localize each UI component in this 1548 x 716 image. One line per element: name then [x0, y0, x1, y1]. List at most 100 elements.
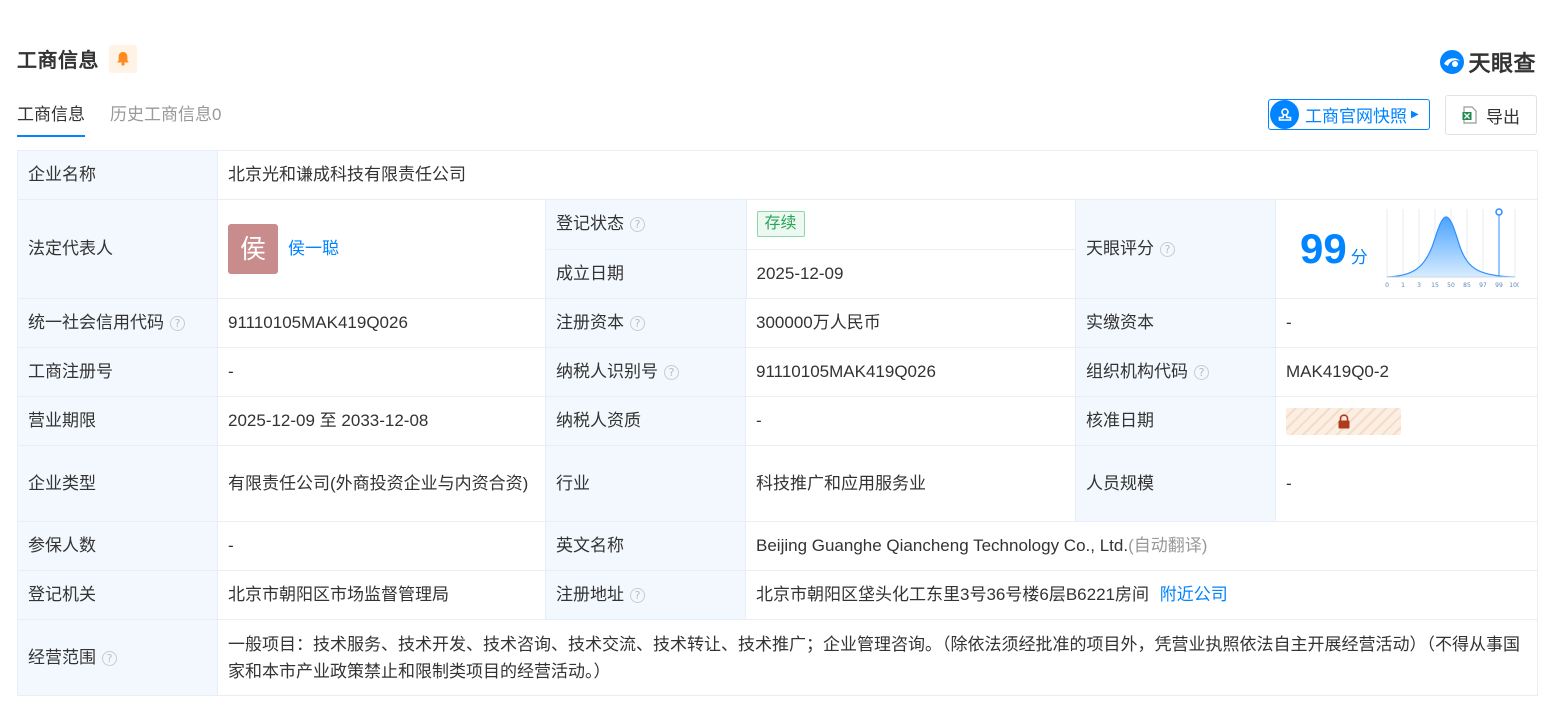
table-row: 企业类型 有限责任公司(外商投资企业与内资合资) 行业 科技推广和应用服务业 人… — [17, 445, 1539, 522]
tianyancha-logo: 天眼查 — [1439, 46, 1536, 78]
chart-tick-label: 100 — [1509, 282, 1519, 289]
chart-tick-label: 50 — [1447, 282, 1455, 289]
lock-icon — [1338, 413, 1349, 428]
reg-capital-value: 300000万人民币 — [745, 298, 1076, 348]
org-code-label-cell: 组织机构代码? — [1075, 347, 1276, 397]
export-button[interactable]: 导出 — [1445, 95, 1537, 135]
reg-number-value: - — [217, 347, 546, 397]
legal-rep-name-link[interactable]: 侯一聪 — [288, 237, 339, 261]
authority-value: 北京市朝阳区市场监督管理局 — [217, 570, 546, 620]
table-row: 营业期限 2025-12-09 至 2033-12-08 纳税人资质 - 核准日… — [17, 396, 1539, 446]
score-unit: 分 — [1350, 248, 1368, 267]
term-value: 2025-12-09 至 2033-12-08 — [217, 396, 546, 446]
help-icon[interactable]: ? — [630, 588, 645, 603]
approval-date-label: 核准日期 — [1075, 396, 1276, 446]
score-distribution-chart: 0 1 3 15 50 85 97 99 100 — [1385, 208, 1519, 289]
org-code-label: 组织机构代码 — [1086, 362, 1188, 381]
paid-capital-label: 实缴资本 — [1075, 298, 1276, 348]
address-cell: 北京市朝阳区垡头化工东里3号36号楼6层B6221房间 附近公司 — [744, 570, 1539, 620]
taxpayer-qual-label: 纳税人资质 — [545, 396, 746, 446]
tab-business-info[interactable]: 工商信息 — [17, 100, 85, 137]
help-icon[interactable]: ? — [630, 217, 645, 233]
industry-value: 科技推广和应用服务业 — [745, 445, 1076, 522]
official-snapshot-button[interactable]: 工商官网快照 ▶ — [1268, 99, 1430, 130]
table-row: 登记机关 北京市朝阳区市场监督管理局 注册地址? 北京市朝阳区垡头化工东里3号3… — [17, 570, 1539, 620]
official-snapshot-label: 工商官网快照 — [1305, 107, 1407, 126]
approval-date-cell — [1274, 396, 1539, 446]
caret-right-icon: ▶ — [1411, 109, 1419, 120]
established-value: 2025-12-09 — [746, 249, 1076, 298]
table-row: 参保人数 - 英文名称 Beijing Guanghe Qiancheng Te… — [17, 521, 1539, 571]
english-name-value: Beijing Guanghe Qiancheng Technology Co.… — [756, 536, 1129, 555]
scope-label-cell: 经营范围? — [17, 619, 218, 696]
staff-size-value: - — [1274, 445, 1539, 522]
score-label-cell: 天眼评分? — [1075, 199, 1276, 299]
vip-lock[interactable] — [1286, 407, 1401, 435]
section-header: 工商信息 — [17, 44, 137, 73]
status-date-cell: 登记状态? 存续 成立日期 2025-12-09 — [545, 199, 1076, 299]
help-icon[interactable]: ? — [170, 316, 185, 331]
credit-code-label: 统一社会信用代码 — [28, 313, 164, 332]
chart-tick-label: 85 — [1463, 282, 1471, 289]
export-label: 导出 — [1486, 107, 1520, 127]
scope-value: 一般项目：技术服务、技术开发、技术咨询、技术交流、技术转让、技术推广；企业管理咨… — [216, 619, 1539, 696]
reg-capital-label-cell: 注册资本? — [545, 298, 746, 348]
org-code-value: MAK419Q0-2 — [1274, 347, 1539, 397]
industry-label: 行业 — [545, 445, 746, 522]
taxpayer-id-label-cell: 纳税人识别号? — [545, 347, 746, 397]
table-row: 企业名称 北京光和谦成科技有限责任公司 — [17, 150, 1539, 200]
logo-text: 天眼查 — [1468, 51, 1536, 76]
chart-tick-label: 99 — [1495, 282, 1503, 289]
chart-tick-label: 97 — [1479, 282, 1487, 289]
score-value: 99 — [1300, 225, 1347, 272]
company-type-value: 有限责任公司(外商投资企业与内资合资) — [217, 445, 546, 522]
table-row: 统一社会信用代码? 91110105MAK419Q026 注册资本? 30000… — [17, 298, 1539, 348]
help-icon[interactable]: ? — [1194, 365, 1209, 380]
business-info-table: 企业名称 北京光和谦成科技有限责任公司 法定代表人 侯 侯一聪 登记状态? 存续 — [17, 150, 1539, 696]
chart-tick-label: 15 — [1431, 282, 1439, 289]
chart-tick-label: 3 — [1417, 282, 1421, 289]
tab-bar: 工商信息 历史工商信息0 — [17, 100, 246, 137]
address-value: 北京市朝阳区垡头化工东里3号36号楼6层B6221房间 — [756, 585, 1149, 604]
score-cell[interactable]: 99 分 0 1 3 15 50 85 97 99 100 — [1274, 199, 1539, 299]
help-icon[interactable]: ? — [1160, 242, 1175, 257]
table-row: 经营范围? 一般项目：技术服务、技术开发、技术咨询、技术交流、技术转让、技术推广… — [17, 619, 1539, 696]
english-name-cell: Beijing Guanghe Qiancheng Technology Co.… — [744, 521, 1539, 571]
english-name-label: 英文名称 — [545, 521, 746, 571]
reg-number-label: 工商注册号 — [17, 347, 218, 397]
reg-status-label-cell: 登记状态? — [546, 200, 747, 250]
reg-status-label: 登记状态 — [556, 214, 624, 234]
score-label: 天眼评分 — [1086, 239, 1154, 258]
table-row: 工商注册号 - 纳税人识别号? 91110105MAK419Q026 组织机构代… — [17, 347, 1539, 397]
paid-capital-value: - — [1274, 298, 1539, 348]
company-name-value: 北京光和谦成科技有限责任公司 — [216, 150, 1539, 200]
tab-history-business-info[interactable]: 历史工商信息0 — [110, 100, 221, 137]
insured-value: - — [217, 521, 546, 571]
page-title: 工商信息 — [17, 50, 99, 72]
term-label: 营业期限 — [17, 396, 218, 446]
table-row: 法定代表人 侯 侯一聪 登记状态? 存续 成立日期 2025-12-09 天眼评… — [17, 199, 1539, 299]
established-label: 成立日期 — [546, 249, 747, 298]
credit-code-value: 91110105MAK419Q026 — [217, 298, 546, 348]
insured-label: 参保人数 — [17, 521, 218, 571]
bell-icon[interactable] — [109, 44, 137, 73]
taxpayer-qual-value: - — [745, 396, 1076, 446]
nearby-companies-link[interactable]: 附近公司 — [1160, 585, 1228, 604]
avatar: 侯 — [228, 224, 278, 274]
legal-rep-cell: 侯 侯一聪 — [217, 199, 546, 299]
reg-status-value-cell: 存续 — [746, 200, 1076, 250]
authority-label: 登记机关 — [17, 570, 218, 620]
chart-tick-label: 0 — [1385, 282, 1389, 289]
chart-tick-label: 1 — [1401, 282, 1405, 289]
stamp-icon — [1270, 100, 1299, 129]
taxpayer-id-value: 91110105MAK419Q026 — [745, 347, 1076, 397]
help-icon[interactable]: ? — [664, 365, 679, 380]
help-icon[interactable]: ? — [630, 316, 645, 331]
scope-label: 经营范围 — [28, 647, 96, 667]
help-icon[interactable]: ? — [102, 650, 117, 666]
company-name-label: 企业名称 — [17, 150, 218, 200]
logo-eye-icon — [1440, 50, 1465, 74]
status-badge: 存续 — [756, 211, 805, 238]
staff-size-label: 人员规模 — [1075, 445, 1276, 522]
excel-icon — [1462, 106, 1477, 124]
